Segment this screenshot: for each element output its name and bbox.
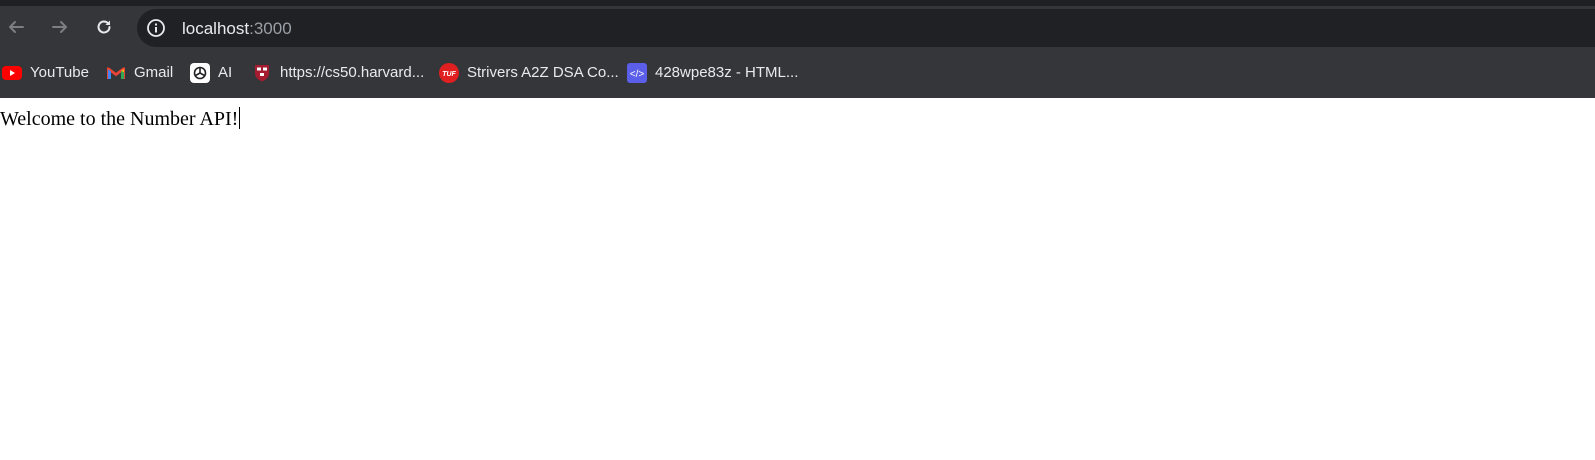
bookmark-gmail[interactable]: Gmail — [106, 56, 173, 90]
url-port: :3000 — [249, 19, 292, 38]
url-text[interactable]: localhost:3000 — [182, 19, 292, 38]
navigation-toolbar: localhost:3000 — [0, 6, 1595, 48]
openai-icon — [190, 63, 210, 83]
harvard-shield-icon — [252, 63, 272, 83]
bookmark-ai[interactable]: AI — [190, 56, 232, 90]
forward-arrow-icon — [52, 21, 67, 33]
back-button[interactable] — [2, 13, 30, 41]
bookmarks-bar: YouTube Gmail AI https://cs50.harvard...… — [0, 56, 1595, 90]
code-icon: </> — [627, 63, 647, 83]
bookmark-label: Strivers A2Z DSA Co... — [467, 64, 619, 81]
reload-button[interactable] — [90, 13, 118, 41]
url-host: localhost — [182, 19, 250, 38]
welcome-message: Welcome to the Number API! — [0, 107, 241, 131]
bookmark-label: Gmail — [134, 64, 174, 81]
bookmark-cs50-harvard[interactable]: https://cs50.harvard... — [252, 56, 424, 90]
bookmark-label: YouTube — [30, 64, 89, 81]
welcome-text: Welcome to the Number API! — [0, 108, 239, 130]
reload-icon — [97, 20, 111, 34]
address-bar[interactable]: localhost:3000 — [137, 9, 1595, 47]
bookmark-youtube[interactable]: YouTube — [2, 56, 89, 90]
code-icon-text: </> — [630, 69, 645, 80]
info-icon — [147, 19, 165, 37]
gmail-icon — [106, 63, 126, 83]
bookmark-label: 428wpe83z - HTML... — [655, 64, 799, 81]
site-info-button[interactable] — [145, 17, 167, 39]
forward-button[interactable] — [46, 13, 74, 41]
bookmark-label: AI — [218, 64, 233, 81]
bookmark-strivers-a2z[interactable]: TUF Strivers A2Z DSA Co... — [439, 56, 619, 90]
browser-chrome: localhost:3000 YouTube Gmail AI https://… — [0, 0, 1595, 98]
text-caret — [239, 107, 241, 129]
bookmark-html-project[interactable]: </> 428wpe83z - HTML... — [627, 56, 798, 90]
page-content: Welcome to the Number API! — [0, 98, 1595, 460]
bookmark-label: https://cs50.harvard... — [280, 64, 425, 81]
youtube-icon — [2, 63, 22, 83]
tuf-icon: TUF — [439, 63, 459, 83]
tuf-icon-text: TUF — [442, 71, 456, 78]
back-arrow-icon — [9, 21, 24, 33]
